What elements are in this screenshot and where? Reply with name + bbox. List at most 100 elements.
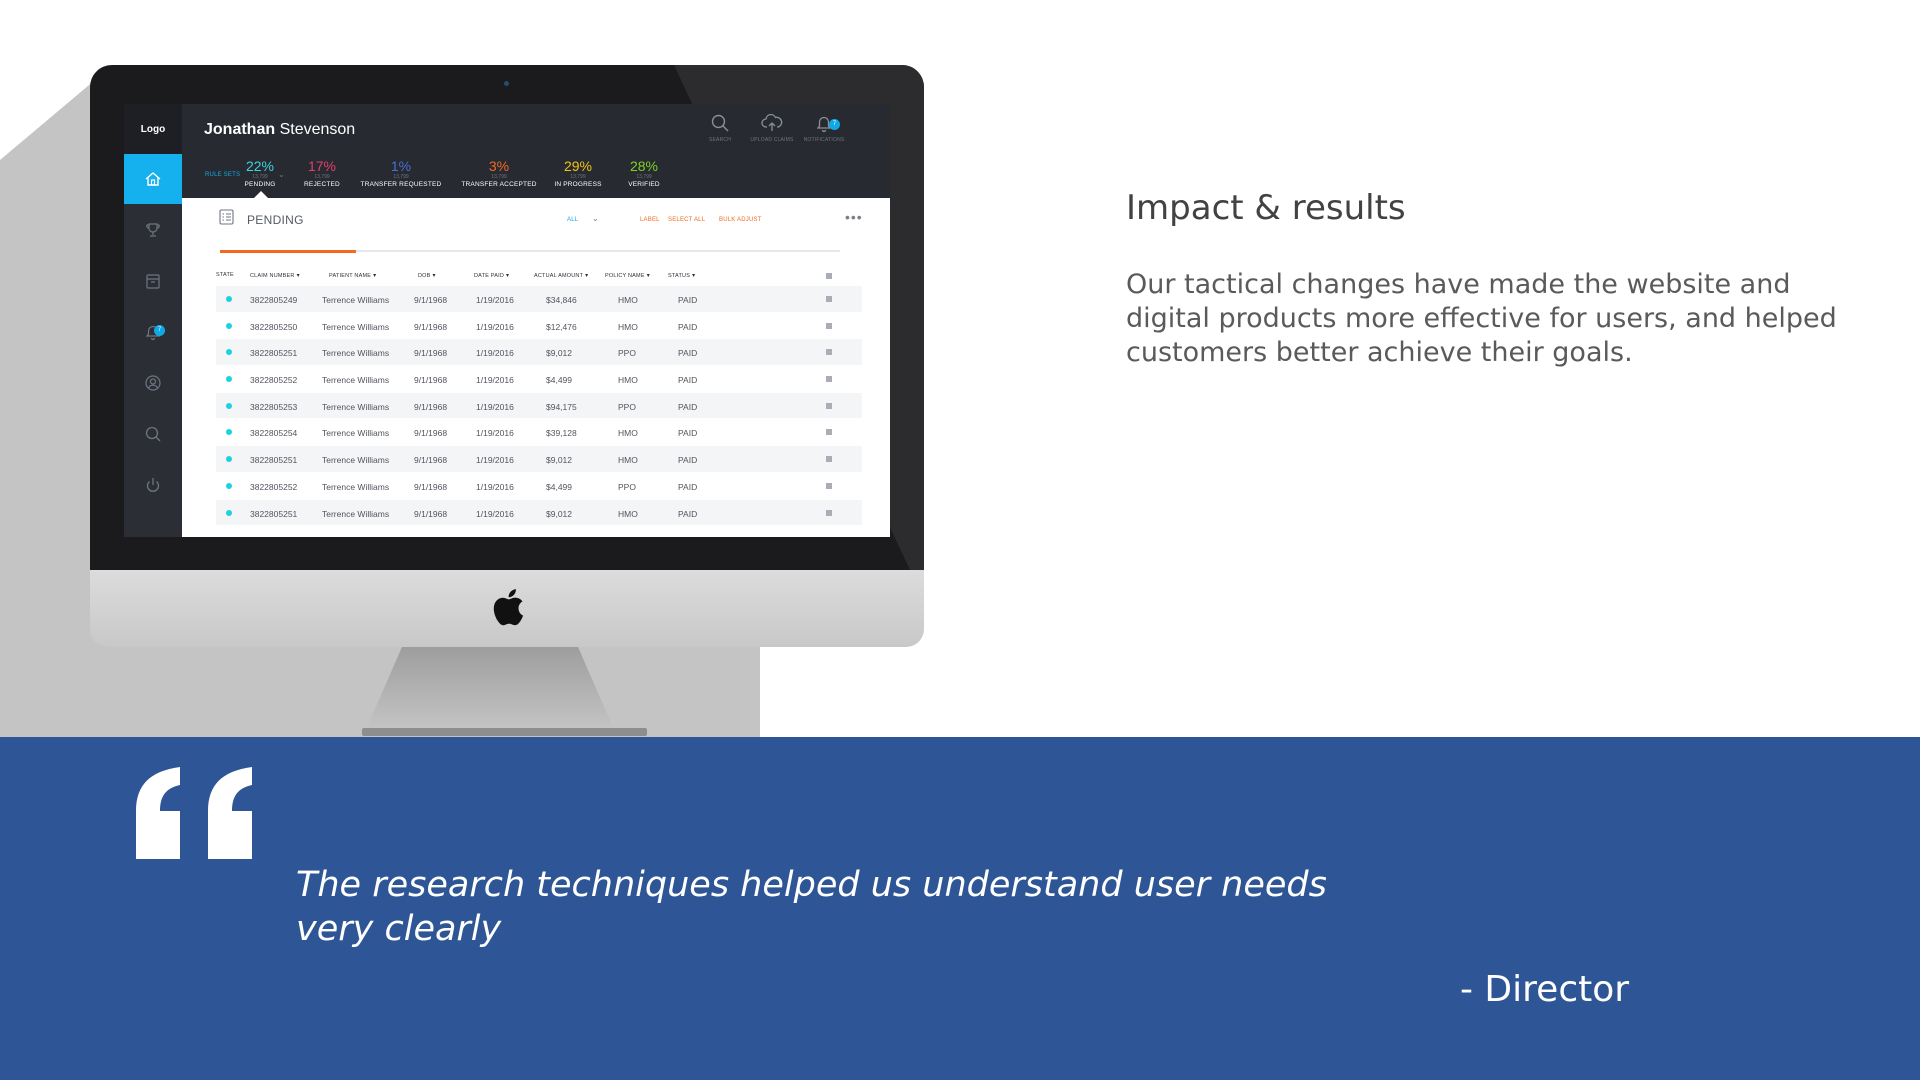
header-search-label: SEARCH [708,137,732,143]
table-row[interactable]: 3822805252 Terrence Williams 9/1/1968 1/… [216,366,862,393]
sidebar-item-profile[interactable] [124,358,182,408]
cell-claim-number: 3822805249 [250,295,298,305]
column-header-dob[interactable]: DOB ▾ [418,272,436,279]
impact-heading: Impact & results [1126,188,1406,228]
column-header-policy-name[interactable]: POLICY NAME ▾ [605,272,650,279]
app-logo[interactable]: Logo [124,104,182,154]
chevron-down-icon[interactable]: ⌄ [592,214,599,223]
more-options-icon[interactable]: ••• [845,209,863,225]
table-row[interactable]: 3822805252 Terrence Williams 9/1/1968 1/… [216,473,862,500]
trophy-icon [146,223,160,237]
stat-verified[interactable]: 28% 13,799 VERIFIED [594,158,694,190]
select-all-checkbox[interactable] [826,273,832,279]
sort-caret-icon: ▾ [585,273,589,279]
table-row[interactable]: 3822805251 Terrence Williams 9/1/1968 1/… [216,446,862,473]
state-indicator [226,376,232,383]
column-header-claim-number[interactable]: CLAIM NUMBER ▾ [250,272,300,279]
row-checkbox[interactable] [826,429,832,436]
cell-claim-number: 3822805252 [250,375,298,386]
bulk-adjust-button[interactable]: BULK ADJUST [719,217,762,223]
cell-status: PAID [678,295,698,305]
header-upload-button[interactable]: UPLOAD CLAIMS [746,112,798,143]
header-search-button[interactable]: SEARCH [694,112,746,143]
column-header-label: POLICY NAME [605,273,645,279]
row-checkbox[interactable] [826,456,832,463]
sidebar-item-search[interactable] [124,409,182,459]
stat-transfer-requested[interactable]: 1% 13,799 TRANSFER REQUESTED [351,158,451,190]
cell-status: PAID [678,455,698,466]
cell-policy: HMO [618,375,638,386]
header-notifications-button[interactable]: 7 NOTIFICATIONS [798,112,850,143]
table-row[interactable]: 3822805250 Terrence Williams 9/1/1968 1/… [216,313,862,340]
cloud-upload-icon [761,113,783,131]
table-row[interactable]: 3822805251 Terrence Williams 9/1/1968 1/… [216,499,862,527]
cell-amount: $12,476 [546,321,577,332]
table-row[interactable]: 3822805249 Terrence Williams 9/1/1968 1/… [216,286,862,313]
table-row[interactable]: 3822805254 Terrence Williams 9/1/1968 1/… [216,419,862,447]
sidebar-item-rewards[interactable] [124,205,182,255]
state-indicator [226,402,232,409]
active-stat-caret [254,191,268,198]
cell-dob: 9/1/1968 [414,321,448,332]
stat-label: VERIFIED [628,181,660,188]
label-button[interactable]: LABEL [640,217,660,223]
row-checkbox[interactable] [826,482,832,489]
monitor-stand-base [362,728,647,736]
state-indicator [226,349,232,356]
cell-claim-number: 3822805252 [250,481,298,492]
column-header-patient-name[interactable]: PATIENT NAME ▾ [329,272,376,279]
row-checkbox[interactable] [826,296,832,302]
row-checkbox[interactable] [826,349,832,356]
state-indicator [226,429,232,436]
cell-patient-name: Terrence Williams [322,481,390,492]
cell-dob: 9/1/1968 [414,295,448,305]
sidebar-item-logout[interactable] [124,460,182,510]
sidebar-item-notifications[interactable]: 7 [124,307,182,357]
cell-amount: $9,012 [546,508,572,519]
power-icon [146,478,160,492]
cell-patient-name: Terrence Williams [322,348,390,359]
table-row[interactable]: 3822805253 Terrence Williams 9/1/1968 1/… [216,392,862,420]
filter-all[interactable]: ALL [567,217,578,223]
impact-body-text: Our tactical changes have made the websi… [1126,269,1837,368]
row-checkbox[interactable] [826,376,832,383]
state-indicator [226,482,232,489]
cell-date-paid: 1/19/2016 [476,375,514,386]
state-indicator [226,456,232,463]
cell-date-paid: 1/19/2016 [476,321,514,332]
row-checkbox[interactable] [826,402,832,409]
cell-amount: $4,499 [546,375,572,386]
home-icon [145,172,161,186]
cell-dob: 9/1/1968 [414,401,448,412]
cell-date-paid: 1/19/2016 [476,455,514,466]
row-checkbox[interactable] [826,509,832,516]
column-header-label: DOB [418,273,431,279]
cell-dob: 9/1/1968 [414,375,448,386]
cell-patient-name: Terrence Williams [322,455,390,466]
cell-claim-number: 3822805251 [250,455,298,466]
cell-claim-number: 3822805253 [250,401,298,412]
cell-date-paid: 1/19/2016 [476,508,514,519]
stat-label: TRANSFER REQUESTED [360,181,442,188]
table-row[interactable]: 3822805251 Terrence Williams 9/1/1968 1/… [216,339,862,367]
notification-badge: 7 [829,119,840,130]
cell-amount: $9,012 [546,348,572,359]
column-header-actual-amount[interactable]: ACTUAL AMOUNT ▾ [534,272,588,279]
column-header-date-paid[interactable]: DATE PAID ▾ [474,272,509,279]
cell-policy: HMO [618,295,638,305]
cell-date-paid: 1/19/2016 [476,295,514,305]
column-header-status[interactable]: STATUS ▾ [668,272,695,279]
testimonial-author: - Director [1460,969,1630,1010]
sidebar-item-archive[interactable] [124,256,182,306]
slide: Logo Jonathan Stevenson SEARCH UPLOAD CL… [0,0,1920,1080]
row-checkbox[interactable] [826,322,832,329]
user-name: Jonathan Stevenson [204,121,355,139]
table-header: STATE CLAIM NUMBER ▾ PATIENT NAME ▾ DOB ▾ D… [216,266,862,286]
column-header-state: STATE [216,272,234,278]
column-header-label: DATE PAID [474,273,505,279]
cell-claim-number: 3822805250 [250,321,298,332]
cell-status: PAID [678,481,698,492]
select-all-button[interactable]: SELECT ALL [668,217,705,223]
state-indicator [226,322,232,329]
sidebar-item-home[interactable] [124,154,182,204]
